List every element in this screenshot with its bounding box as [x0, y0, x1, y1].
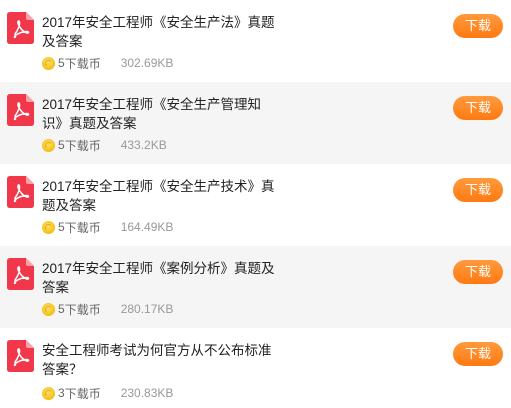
coin-unit: 下载币 [64, 220, 101, 235]
download-button[interactable]: 下载 [453, 96, 503, 120]
coin-icon [42, 302, 55, 316]
coin-unit: 下载币 [64, 56, 101, 71]
list-item[interactable]: 安全工程师考试为何官方从不公布标准答案？ 3 下载币 230.83KB 下载 [0, 328, 511, 408]
coin-count: 5 [58, 220, 65, 234]
document-meta: 5 下载币 433.2KB [42, 137, 167, 153]
coin-unit: 下载币 [64, 386, 101, 401]
list-item[interactable]: 2017年安全工程师《安全生产管理知识》真题及答案 5 下载币 433.2KB … [0, 82, 511, 164]
coin-count: 5 [58, 138, 65, 152]
pdf-file-icon [7, 258, 34, 290]
file-size: 164.49KB [120, 220, 174, 234]
pdf-file-icon [7, 340, 34, 372]
document-title[interactable]: 2017年安全工程师《安全生产技术》真题及答案 [42, 177, 278, 215]
document-meta: 5 下载币 164.49KB [42, 219, 173, 235]
download-button[interactable]: 下载 [453, 342, 503, 366]
file-size: 230.83KB [120, 386, 174, 400]
pdf-file-icon [7, 12, 34, 44]
coin-icon [42, 138, 55, 152]
download-button[interactable]: 下载 [453, 178, 503, 202]
file-size: 302.69KB [120, 56, 174, 70]
coin-count: 5 [58, 56, 65, 70]
coin-unit: 下载币 [64, 302, 101, 317]
file-size: 280.17KB [120, 302, 174, 316]
download-button[interactable]: 下载 [453, 14, 503, 38]
coin-icon [42, 220, 55, 234]
document-title[interactable]: 2017年安全工程师《案例分析》真题及答案 [42, 259, 278, 297]
document-meta: 5 下载币 280.17KB [42, 301, 173, 317]
pdf-file-icon [7, 94, 34, 126]
download-button[interactable]: 下载 [453, 260, 503, 284]
coin-unit: 下载币 [64, 138, 101, 153]
file-size: 433.2KB [120, 138, 167, 152]
document-title[interactable]: 2017年安全工程师《安全生产管理知识》真题及答案 [42, 95, 278, 133]
coin-icon [42, 386, 55, 400]
list-item[interactable]: 2017年安全工程师《安全生产法》真题及答案 5 下载币 302.69KB 下载 [0, 0, 511, 74]
coin-count: 5 [58, 302, 65, 316]
document-title[interactable]: 安全工程师考试为何官方从不公布标准答案？ [42, 341, 278, 379]
document-title[interactable]: 2017年安全工程师《安全生产法》真题及答案 [42, 13, 278, 51]
coin-count: 3 [58, 386, 65, 400]
document-meta: 5 下载币 302.69KB [42, 55, 173, 71]
document-list: 2017年安全工程师《安全生产法》真题及答案 5 下载币 302.69KB 下载… [0, 0, 511, 408]
list-item[interactable]: 2017年安全工程师《安全生产技术》真题及答案 5 下载币 164.49KB 下… [0, 164, 511, 246]
document-meta: 3 下载币 230.83KB [42, 385, 173, 401]
coin-icon [42, 56, 55, 70]
pdf-file-icon [7, 176, 34, 208]
list-item[interactable]: 2017年安全工程师《案例分析》真题及答案 5 下载币 280.17KB 下载 [0, 246, 511, 328]
